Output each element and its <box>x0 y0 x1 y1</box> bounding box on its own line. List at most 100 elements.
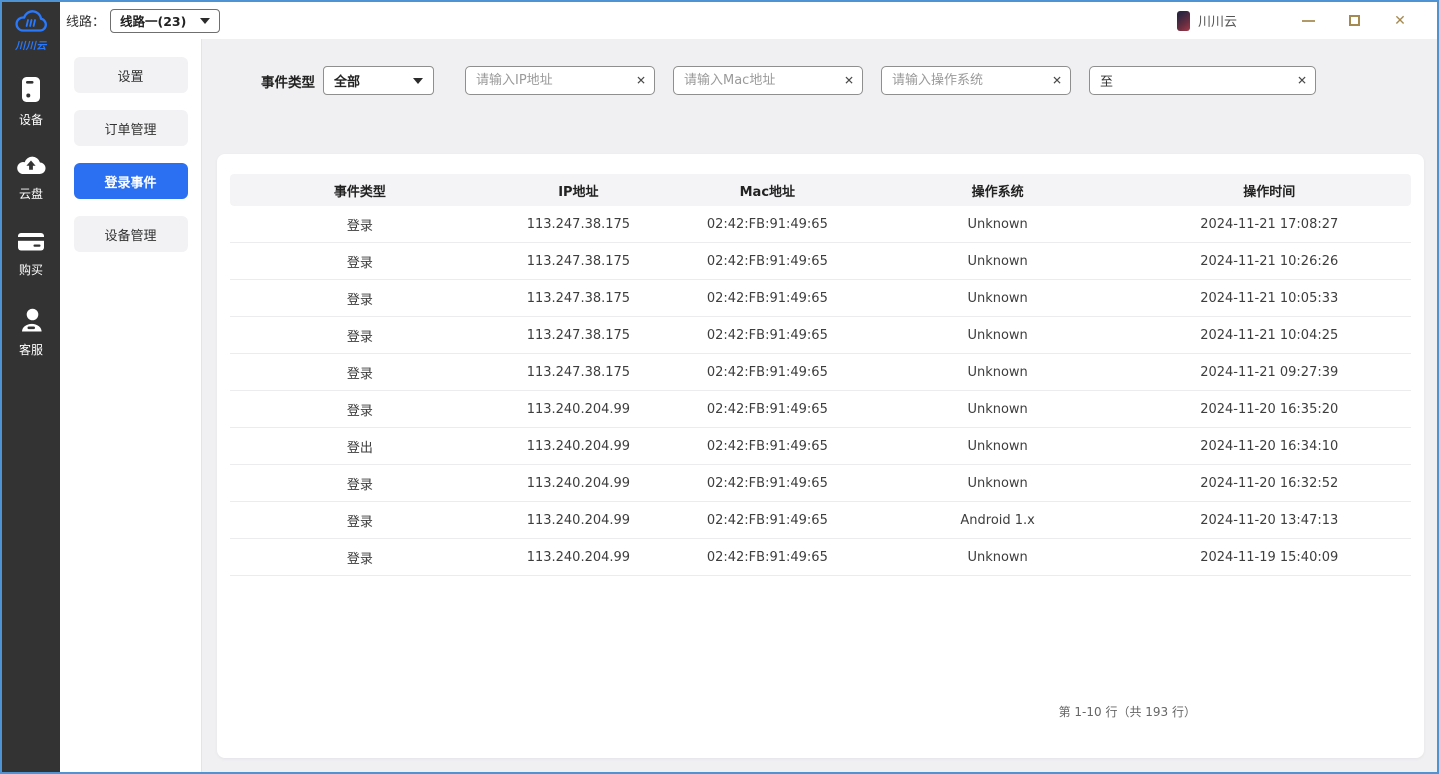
table-body: 登录 113.247.38.175 02:42:FB:91:49:65 Unkn… <box>230 206 1411 576</box>
table-row: 登录 113.240.204.99 02:42:FB:91:49:65 Unkn… <box>230 539 1411 576</box>
cell-time: 2024-11-20 13:47:13 <box>1128 513 1411 528</box>
submenu-item-orders[interactable]: 订单管理 <box>74 110 188 146</box>
cell-os: Unknown <box>868 439 1128 454</box>
app-window-icon <box>1177 11 1190 31</box>
cell-os: Android 1.x <box>868 513 1128 528</box>
cell-os: Unknown <box>868 217 1128 232</box>
rail-item-devices[interactable]: 设备 <box>16 76 46 126</box>
cell-mac: 02:42:FB:91:49:65 <box>667 476 868 491</box>
cell-time: 2024-11-21 10:04:25 <box>1128 328 1411 343</box>
cell-os: Unknown <box>868 550 1128 565</box>
cloud-logo-icon <box>14 9 48 38</box>
table-row: 登录 113.247.38.175 02:42:FB:91:49:65 Unkn… <box>230 354 1411 391</box>
event-type-label: 事件类型 <box>261 71 315 91</box>
cell-time: 2024-11-20 16:32:52 <box>1128 476 1411 491</box>
table-row: 登录 113.247.38.175 02:42:FB:91:49:65 Unkn… <box>230 317 1411 354</box>
ip-filter: ✕ <box>465 66 655 95</box>
maximize-icon <box>1349 15 1360 26</box>
titlebar: 线路： 线路一(23) 川川云 ✕ <box>60 2 1437 39</box>
mac-input[interactable] <box>673 66 863 95</box>
table-row: 登录 113.240.204.99 02:42:FB:91:49:65 Unkn… <box>230 465 1411 502</box>
main-panel: 事件类型 全部 ✕ ✕ ✕ <box>202 39 1437 772</box>
table-row: 登录 113.247.38.175 02:42:FB:91:49:65 Unkn… <box>230 243 1411 280</box>
cell-event-type: 登录 <box>230 252 490 271</box>
rail-item-label: 购买 <box>19 261 43 278</box>
column-header-ip: IP地址 <box>490 181 667 200</box>
app-logo: 川川云 <box>14 9 48 52</box>
pagination-status: 第 1-10 行（共 193 行） <box>1059 703 1196 720</box>
minimize-icon <box>1302 20 1315 22</box>
app-window: 川川云 设备 云 <box>2 2 1437 772</box>
line-label: 线路： <box>66 11 105 30</box>
clear-icon[interactable]: ✕ <box>636 73 646 87</box>
maximize-button[interactable] <box>1331 8 1377 34</box>
cell-event-type: 登录 <box>230 215 490 234</box>
rail-nav: 设备 云盘 购买 <box>16 76 46 357</box>
logo-text: 川川云 <box>15 37 47 52</box>
submenu-item-settings[interactable]: 设置 <box>74 57 188 93</box>
cell-event-type: 登录 <box>230 511 490 530</box>
clear-icon[interactable]: ✕ <box>1052 73 1062 87</box>
clear-icon[interactable]: ✕ <box>844 73 854 87</box>
events-table-card: 事件类型 IP地址 Mac地址 操作系统 操作时间 登录 113.247.38.… <box>217 154 1424 758</box>
ip-input[interactable] <box>465 66 655 95</box>
chevron-down-icon <box>413 78 423 84</box>
cell-mac: 02:42:FB:91:49:65 <box>667 550 868 565</box>
os-filter: ✕ <box>881 66 1071 95</box>
cell-os: Unknown <box>868 365 1128 380</box>
cell-mac: 02:42:FB:91:49:65 <box>667 439 868 454</box>
column-header-os: 操作系统 <box>868 181 1128 200</box>
cell-time: 2024-11-21 10:05:33 <box>1128 291 1411 306</box>
date-range-filter: ✕ <box>1089 66 1316 95</box>
cell-event-type: 登录 <box>230 400 490 419</box>
cell-time: 2024-11-20 16:35:20 <box>1128 402 1411 417</box>
column-header-time: 操作时间 <box>1128 181 1411 200</box>
cell-mac: 02:42:FB:91:49:65 <box>667 328 868 343</box>
cell-time: 2024-11-21 09:27:39 <box>1128 365 1411 380</box>
cell-mac: 02:42:FB:91:49:65 <box>667 365 868 380</box>
event-type-value: 全部 <box>334 71 360 90</box>
icon-rail: 川川云 设备 云 <box>2 2 60 772</box>
table-row: 登录 113.240.204.99 02:42:FB:91:49:65 Unkn… <box>230 391 1411 428</box>
date-range-input[interactable] <box>1089 66 1316 95</box>
rail-item-purchase[interactable]: 购买 <box>16 230 46 280</box>
event-type-select[interactable]: 全部 <box>323 66 434 95</box>
table-header-row: 事件类型 IP地址 Mac地址 操作系统 操作时间 <box>230 174 1411 206</box>
cell-event-type: 登录 <box>230 548 490 567</box>
cell-ip: 113.240.204.99 <box>490 402 667 417</box>
cell-mac: 02:42:FB:91:49:65 <box>667 217 868 232</box>
rail-item-label: 设备 <box>19 111 43 128</box>
minimize-button[interactable] <box>1285 8 1331 34</box>
cell-ip: 113.247.38.175 <box>490 217 667 232</box>
cell-time: 2024-11-19 15:40:09 <box>1128 550 1411 565</box>
cell-os: Unknown <box>868 328 1128 343</box>
cloud-upload-icon <box>16 153 46 181</box>
submenu-item-device-management[interactable]: 设备管理 <box>74 216 188 252</box>
line-select[interactable]: 线路一(23) <box>110 9 220 33</box>
cell-mac: 02:42:FB:91:49:65 <box>667 402 868 417</box>
cell-mac: 02:42:FB:91:49:65 <box>667 291 868 306</box>
cell-mac: 02:42:FB:91:49:65 <box>667 254 868 269</box>
cell-time: 2024-11-21 10:26:26 <box>1128 254 1411 269</box>
clear-icon[interactable]: ✕ <box>1297 73 1307 87</box>
cell-ip: 113.240.204.99 <box>490 550 667 565</box>
cell-mac: 02:42:FB:91:49:65 <box>667 513 868 528</box>
table-row: 登录 113.240.204.99 02:42:FB:91:49:65 Andr… <box>230 502 1411 539</box>
line-select-value: 线路一(23) <box>120 11 186 30</box>
rail-item-label: 客服 <box>19 341 43 358</box>
customer-service-icon <box>18 307 44 337</box>
cell-ip: 113.247.38.175 <box>490 365 667 380</box>
rail-item-support[interactable]: 客服 <box>16 307 46 357</box>
table-row: 登出 113.240.204.99 02:42:FB:91:49:65 Unkn… <box>230 428 1411 465</box>
close-button[interactable]: ✕ <box>1377 8 1423 34</box>
rail-item-cloud-disk[interactable]: 云盘 <box>16 153 46 203</box>
submenu-item-login-events[interactable]: 登录事件 <box>74 163 188 199</box>
cell-event-type: 登出 <box>230 437 490 456</box>
cell-event-type: 登录 <box>230 474 490 493</box>
os-input[interactable] <box>881 66 1071 95</box>
cell-ip: 113.247.38.175 <box>490 328 667 343</box>
mac-filter: ✕ <box>673 66 863 95</box>
titlebar-right: 川川云 ✕ <box>1177 8 1423 34</box>
cell-os: Unknown <box>868 476 1128 491</box>
cell-ip: 113.247.38.175 <box>490 254 667 269</box>
